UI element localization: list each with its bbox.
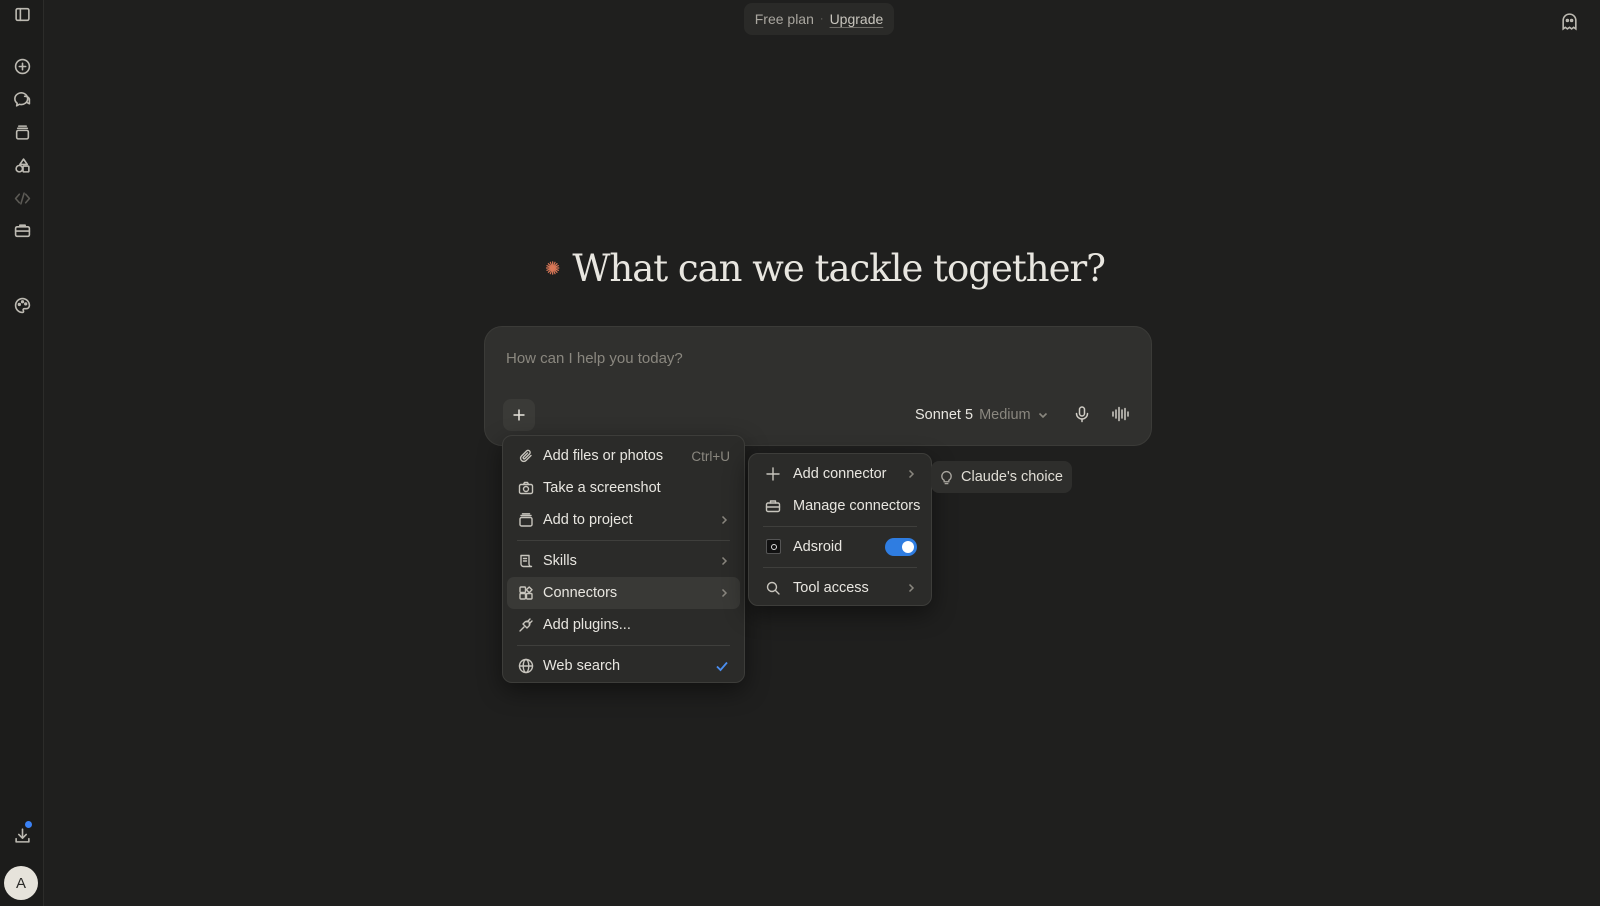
model-selector[interactable]: Sonnet 5 Medium xyxy=(915,403,1049,427)
menu-item-label: Web search xyxy=(543,658,621,674)
chevron-right-icon xyxy=(718,587,730,599)
plug-icon xyxy=(518,617,534,633)
menu-item-shortcut: Ctrl+U xyxy=(691,448,730,464)
waveform-icon xyxy=(1112,406,1129,422)
menu-item-label: Take a screenshot xyxy=(543,480,661,496)
chevron-right-icon xyxy=(905,582,917,594)
upgrade-link[interactable]: Upgrade xyxy=(830,11,884,27)
code-icon[interactable] xyxy=(10,186,34,210)
submenu-item-add-connector[interactable]: Add connector xyxy=(753,458,927,490)
microphone-button[interactable] xyxy=(1069,401,1095,427)
submenu-item-tool-access[interactable]: Tool access xyxy=(753,572,927,604)
menu-item-label: Add files or photos xyxy=(543,448,664,464)
submenu-item-label: Manage connectors xyxy=(793,498,921,514)
sidebar-toggle-icon[interactable] xyxy=(10,2,34,26)
chevron-right-icon xyxy=(905,468,917,480)
notification-dot xyxy=(25,821,32,828)
menu-divider xyxy=(517,645,730,646)
palette-icon[interactable] xyxy=(10,293,34,317)
voice-mode-button[interactable] xyxy=(1107,401,1133,427)
project-box-icon xyxy=(518,512,534,528)
adsroid-logo-icon xyxy=(766,539,781,554)
composer: How can I help you today? Sonnet 5 Mediu… xyxy=(484,326,1152,446)
plan-separator: · xyxy=(819,13,824,25)
menu-item-label: Add plugins... xyxy=(543,617,631,633)
search-icon xyxy=(765,580,781,596)
plus-icon xyxy=(765,466,781,482)
submenu-item-manage-connectors[interactable]: Manage connectors xyxy=(753,490,927,522)
submenu-item-label: Tool access xyxy=(793,580,869,596)
toolbox-icon xyxy=(765,498,781,514)
plan-pill: Free plan · Upgrade xyxy=(744,3,894,35)
skills-icon xyxy=(518,553,534,569)
briefcase-icon[interactable] xyxy=(10,218,34,242)
menu-item-add-to-project[interactable]: Add to project xyxy=(507,504,740,536)
lightbulb-icon xyxy=(941,470,952,484)
projects-icon[interactable] xyxy=(10,120,34,144)
menu-item-label: Add to project xyxy=(543,512,633,528)
chats-icon[interactable] xyxy=(10,87,34,111)
submenu-divider xyxy=(763,526,917,527)
plus-icon xyxy=(513,409,525,421)
model-effort: Medium xyxy=(979,407,1031,423)
checkmark-icon xyxy=(714,658,730,674)
menu-item-skills[interactable]: Skills xyxy=(507,545,740,577)
chevron-right-icon xyxy=(718,514,730,526)
avatar[interactable]: A xyxy=(4,866,38,900)
incognito-ghost-icon[interactable] xyxy=(1557,9,1581,33)
new-chat-icon[interactable] xyxy=(10,54,34,78)
connectors-submenu: Add connector Manage connectors Adsroid … xyxy=(748,453,932,606)
connectors-icon xyxy=(518,585,534,601)
submenu-divider xyxy=(763,567,917,568)
menu-item-label: Connectors xyxy=(543,585,618,601)
artifacts-icon[interactable] xyxy=(10,153,34,177)
adsroid-toggle[interactable] xyxy=(885,538,917,556)
camera-icon xyxy=(518,480,534,496)
menu-item-add-plugins[interactable]: Add plugins... xyxy=(507,609,740,641)
submenu-item-label: Adsroid xyxy=(793,539,843,555)
claude-spark-icon xyxy=(545,261,560,275)
submenu-item-label: Add connector xyxy=(793,466,887,482)
hero-title: What can we tackle together? xyxy=(572,246,1106,290)
chevron-down-icon xyxy=(1038,412,1047,419)
add-content-button[interactable] xyxy=(503,399,535,431)
add-content-menu: Add files or photos Ctrl+U Take a screen… xyxy=(502,435,745,683)
menu-item-add-files[interactable]: Add files or photos Ctrl+U xyxy=(507,440,740,472)
menu-item-web-search[interactable]: Web search xyxy=(507,650,740,682)
chip-label: Claude's choice xyxy=(961,469,1063,485)
menu-divider xyxy=(517,540,730,541)
microphone-icon xyxy=(1075,406,1089,423)
chevron-right-icon xyxy=(718,555,730,567)
menu-item-connectors[interactable]: Connectors xyxy=(507,577,740,609)
menu-item-screenshot[interactable]: Take a screenshot xyxy=(507,472,740,504)
model-name: Sonnet 5 xyxy=(915,407,974,423)
sidebar: A xyxy=(0,0,44,906)
plan-label: Free plan xyxy=(754,11,814,27)
submenu-item-adsroid[interactable]: Adsroid xyxy=(753,531,927,563)
paperclip-icon xyxy=(518,448,534,464)
menu-item-label: Skills xyxy=(543,553,577,569)
globe-icon xyxy=(518,658,534,674)
claudes-choice-chip[interactable]: Claude's choice xyxy=(931,461,1072,493)
message-input[interactable]: How can I help you today? xyxy=(506,350,683,367)
hero: What can we tackle together? xyxy=(545,240,1106,296)
